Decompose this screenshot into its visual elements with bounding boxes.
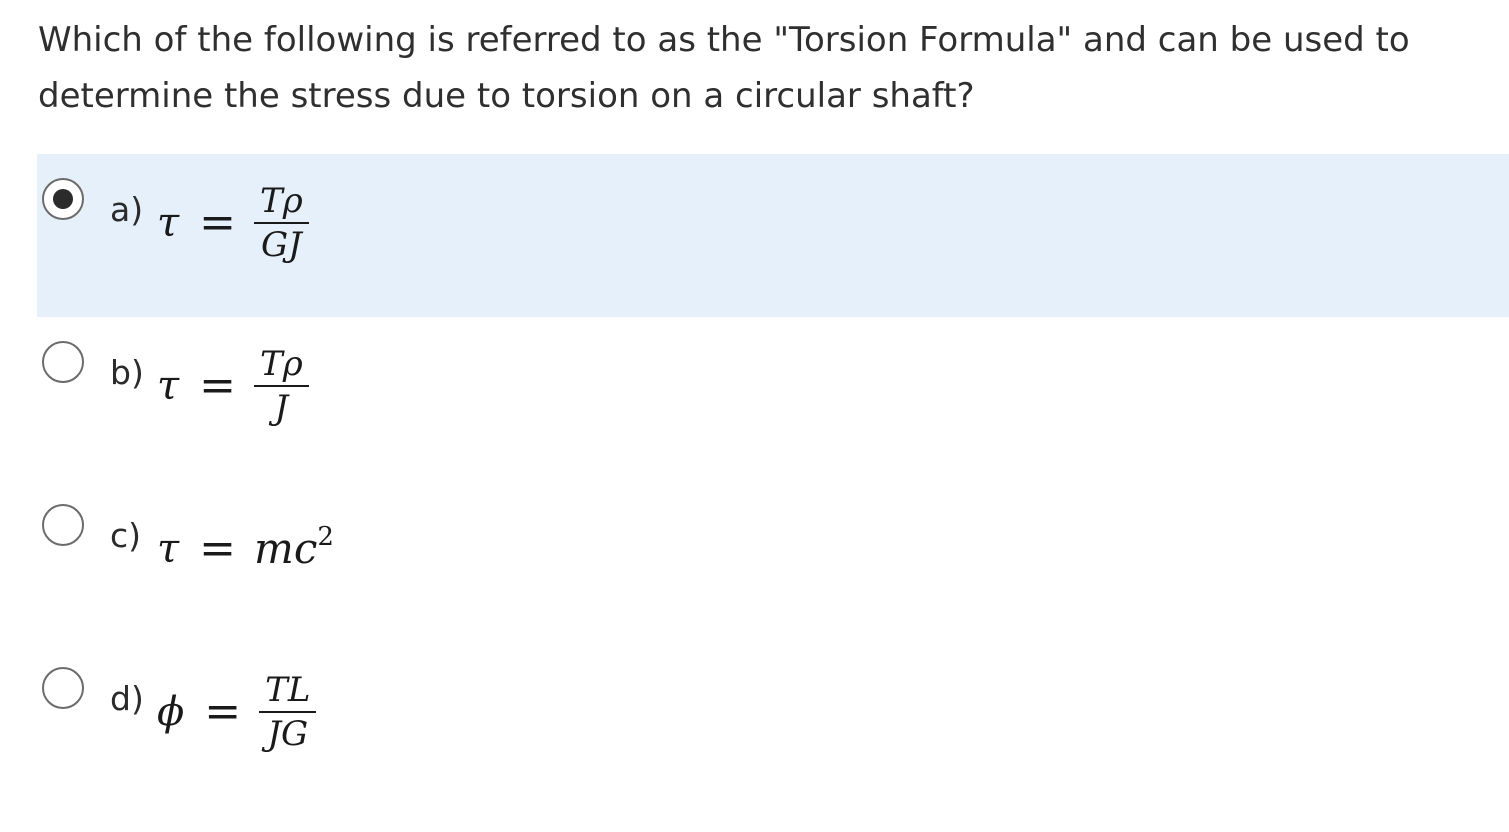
- numerator: Tρ: [254, 345, 309, 387]
- option-letter: d): [110, 679, 144, 718]
- denominator: J: [274, 388, 289, 428]
- option-letter: c): [110, 516, 142, 555]
- formula-base: mc: [254, 524, 318, 573]
- answer-options: a) τ = Tρ GJ b) τ = Tρ J c) τ = mc2 d) ϕ…: [37, 154, 1509, 806]
- formula-lhs: ϕ: [157, 689, 185, 735]
- formula-rhs: mc2: [254, 524, 334, 573]
- option-b[interactable]: b) τ = Tρ J: [37, 317, 1509, 480]
- denominator: JG: [267, 714, 309, 754]
- option-a[interactable]: a) τ = Tρ GJ: [37, 154, 1509, 317]
- equals-sign: =: [199, 360, 237, 411]
- denominator: GJ: [260, 225, 302, 265]
- radio-button-c[interactable]: [42, 504, 84, 546]
- equals-sign: =: [204, 686, 242, 737]
- radio-button-b[interactable]: [42, 341, 84, 383]
- equals-sign: =: [199, 523, 237, 574]
- fraction: Tρ J: [254, 345, 309, 427]
- formula: ϕ = TL JG: [157, 667, 317, 757]
- formula-exponent: 2: [317, 522, 334, 552]
- formula-lhs: τ: [157, 363, 180, 409]
- equals-sign: =: [199, 197, 237, 248]
- option-letter: a): [110, 190, 144, 229]
- numerator: TL: [259, 671, 317, 713]
- radio-button-d[interactable]: [42, 667, 84, 709]
- fraction: TL JG: [259, 671, 317, 754]
- fraction: Tρ GJ: [254, 182, 309, 264]
- option-c[interactable]: c) τ = mc2: [37, 480, 1509, 643]
- formula: τ = Tρ GJ: [157, 178, 309, 268]
- formula-lhs: τ: [157, 200, 180, 246]
- option-letter: b): [110, 353, 144, 392]
- option-d[interactable]: d) ϕ = TL JG: [37, 643, 1509, 806]
- radio-button-a[interactable]: [42, 178, 84, 220]
- formula-lhs: τ: [157, 526, 180, 572]
- formula: τ = Tρ J: [157, 341, 309, 431]
- formula: τ = mc2: [157, 504, 334, 594]
- question-text: Which of the following is referred to as…: [38, 20, 1410, 116]
- numerator: Tρ: [254, 182, 309, 224]
